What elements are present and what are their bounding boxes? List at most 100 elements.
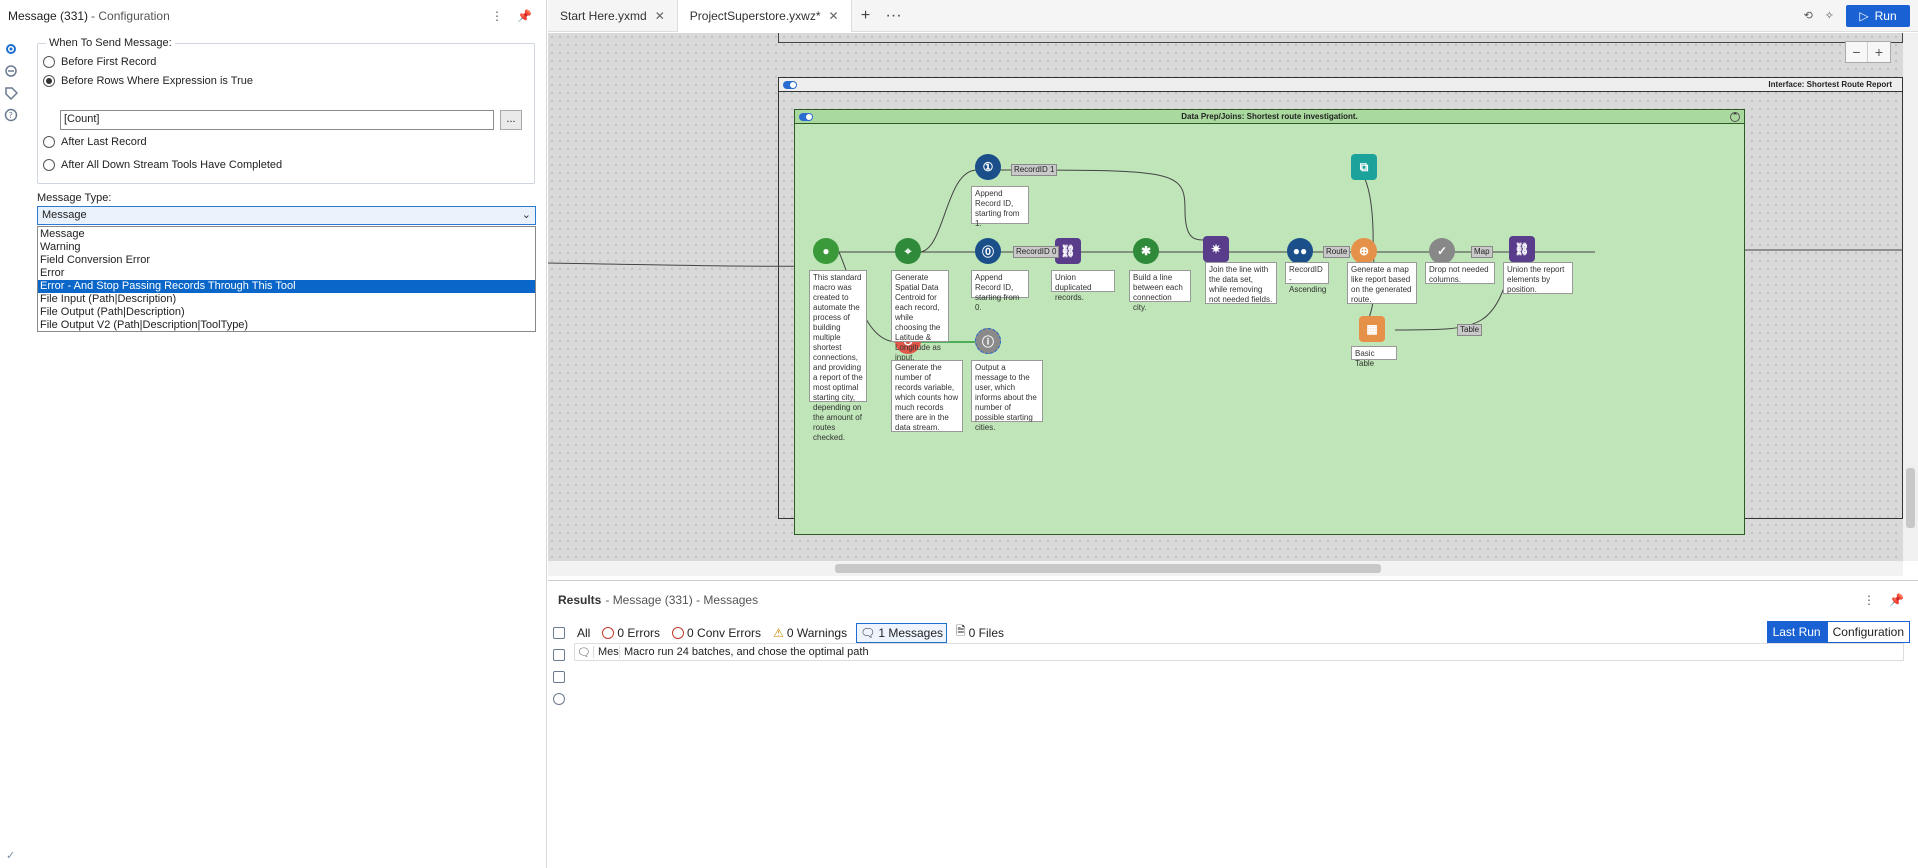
help-icon[interactable]: ? <box>4 108 18 122</box>
configuration-button[interactable]: Configuration <box>1826 621 1910 643</box>
scroll-thumb[interactable] <box>835 564 1381 573</box>
status-check-icon[interactable]: ✓ <box>6 849 15 862</box>
record-id-tool-icon[interactable]: ① <box>975 154 1001 180</box>
filter-warnings[interactable]: ⚠ 0 Warnings <box>770 624 850 642</box>
config-side-rail: ? <box>0 36 22 868</box>
connection-label: Map <box>1471 246 1493 258</box>
map-report-tool-icon[interactable]: ⊕ <box>1351 238 1377 264</box>
pin-icon[interactable]: 📌 <box>1889 593 1904 607</box>
radio-before-rows-expression[interactable]: Before Rows Where Expression is True <box>43 75 253 87</box>
run-button[interactable]: ▷ Run <box>1846 4 1910 27</box>
table-row[interactable]: 🗨 Mes Macro run 24 batches, and chose th… <box>574 643 1904 661</box>
dropdown-option[interactable]: Field Conversion Error <box>38 254 535 267</box>
message-type-select[interactable]: Message ⌄ <box>37 206 536 225</box>
message-icon: 🗨 <box>577 646 591 659</box>
dropdown-option[interactable]: Error <box>38 267 535 280</box>
radio-after-downstream-tools[interactable]: After All Down Stream Tools Have Complet… <box>43 159 282 171</box>
dropdown-option[interactable]: File Output (Path|Description) <box>38 306 535 319</box>
layout-icon[interactable] <box>553 671 565 683</box>
tab-start-here[interactable]: Start Here.yxmd ✕ <box>548 0 677 32</box>
join-tool-icon[interactable]: ✷ <box>1203 236 1229 262</box>
last-run-button[interactable]: Last Run <box>1766 621 1827 643</box>
radio-before-first-record[interactable]: Before First Record <box>43 56 156 68</box>
results-view-toggle: Last Run Configuration <box>1766 621 1910 643</box>
chevron-down-icon[interactable]: ⌄ <box>522 208 531 221</box>
record-id-tool-icon[interactable]: ⓪ <box>975 238 1001 264</box>
play-icon: ▷ <box>1859 8 1869 23</box>
connection-icon[interactable] <box>4 64 18 78</box>
tool-annotation: RecordID - Ascending <box>1285 262 1329 294</box>
expression-input[interactable]: [Count] <box>60 110 494 130</box>
tab-project-superstore[interactable]: ProjectSuperstore.yxwz* ✕ <box>676 0 852 32</box>
radio-button[interactable] <box>43 159 55 171</box>
data-prep-container[interactable]: Data Prep/Joins: Shortest route investig… <box>794 109 1745 535</box>
expression-editor-button[interactable]: ... <box>500 110 522 130</box>
spatial-centroid-tool-icon[interactable]: ⌖ <box>895 238 921 264</box>
message-cell: Macro run 24 batches, and chose the opti… <box>619 646 869 658</box>
workflow-canvas[interactable]: − + Interface: Shortest Route Report Dat… <box>548 33 1903 561</box>
table-tool-icon[interactable]: ▦ <box>1359 316 1385 342</box>
connection-label: Route <box>1323 246 1351 258</box>
connection-label: RecordID 0 <box>1013 246 1060 258</box>
configuration-panel: Message (331) - Configuration ⋮ 📌 ? When… <box>0 0 547 868</box>
filter-conv-errors[interactable]: 0 Conv Errors <box>669 624 764 642</box>
sort-tool-icon[interactable]: ●● <box>1287 238 1313 264</box>
dropdown-option[interactable]: File Input (Path|Description) <box>38 293 535 306</box>
results-subtitle: - Message (331) - Messages <box>605 593 759 607</box>
canvas-horizontal-scrollbar[interactable] <box>548 561 1903 576</box>
canvas-vertical-scrollbar[interactable] <box>1903 33 1918 561</box>
results-panel: Results - Message (331) - Messages ⋮ 📌 A… <box>548 580 1918 868</box>
tool-annotation: Generate the number of records variable,… <box>891 360 963 432</box>
browse-tool-icon[interactable]: ⧉ <box>1351 154 1377 180</box>
conv-error-icon <box>672 626 685 639</box>
more-vert-icon[interactable]: ⋮ <box>1863 593 1875 607</box>
document-tab-bar: Start Here.yxmd ✕ ProjectSuperstore.yxwz… <box>548 0 1918 32</box>
history-icon[interactable]: ⟲ <box>1804 9 1813 22</box>
close-icon[interactable]: ✕ <box>655 9 665 23</box>
tool-annotation: This standard macro was created to autom… <box>809 270 867 442</box>
dropdown-option[interactable]: Warning <box>38 241 535 254</box>
tool-annotation: Join the line with the data set, while r… <box>1205 262 1277 304</box>
add-tab-button[interactable]: + <box>852 7 880 25</box>
dropdown-option[interactable]: Message <box>38 228 535 241</box>
config-subtitle: - Configuration <box>91 9 170 23</box>
magic-wand-icon[interactable]: ✧ <box>1825 9 1834 22</box>
select-tool-icon[interactable]: ✓ <box>1429 238 1455 264</box>
build-line-tool-icon[interactable]: ✱ <box>1133 238 1159 264</box>
filter-messages[interactable]: 🗨 1 Messages <box>856 622 948 643</box>
message-type-label: Message Type: <box>37 192 112 204</box>
app-window: Message (331) - Configuration ⋮ 📌 ? When… <box>0 0 1918 868</box>
tool-annotation: Build a line between each connection cit… <box>1129 270 1191 312</box>
more-tabs-button[interactable]: ··· <box>880 7 908 25</box>
scroll-thumb[interactable] <box>1906 468 1915 528</box>
layout-union-tool-icon[interactable]: ⛓ <box>1509 236 1535 262</box>
help-icon[interactable] <box>553 693 565 705</box>
table-icon[interactable] <box>553 649 565 661</box>
filter-errors[interactable]: 0 Errors <box>599 624 663 642</box>
more-vert-icon[interactable]: ⋮ <box>491 9 503 23</box>
radio-after-last-record[interactable]: After Last Record <box>43 136 147 148</box>
svg-text:?: ? <box>9 111 13 120</box>
radio-button[interactable] <box>43 56 55 68</box>
dropdown-option[interactable]: File Output V2 (Path|Description|ToolTyp… <box>38 319 535 332</box>
tool-annotation: Union the report elements by position. <box>1503 262 1573 294</box>
list-icon[interactable] <box>553 627 565 639</box>
tool-name-cell: Mes <box>593 646 619 658</box>
filter-all[interactable]: All <box>574 624 593 642</box>
warning-icon: ⚠ <box>773 625 784 640</box>
radio-button-selected[interactable] <box>43 75 55 87</box>
message-tool-icon[interactable]: ⓘ <box>975 328 1001 354</box>
pin-icon[interactable]: 📌 <box>517 9 532 23</box>
macro-tool-icon[interactable]: ● <box>813 238 839 264</box>
dropdown-option-highlighted[interactable]: Error - And Stop Passing Records Through… <box>38 280 535 293</box>
message-type-dropdown-list: Message Warning Field Conversion Error E… <box>37 226 536 332</box>
filter-files[interactable]: 🗎 0 Files <box>953 620 1007 645</box>
radio-button[interactable] <box>43 136 55 148</box>
tool-annotation: Basic Table <box>1351 346 1397 368</box>
close-icon[interactable]: ✕ <box>828 9 838 23</box>
file-icon: 🗎 <box>956 624 966 638</box>
tag-icon[interactable] <box>4 86 18 100</box>
connection-label: Table <box>1457 324 1483 336</box>
gear-icon[interactable] <box>4 42 18 56</box>
message-icon: 🗨 <box>860 625 876 640</box>
